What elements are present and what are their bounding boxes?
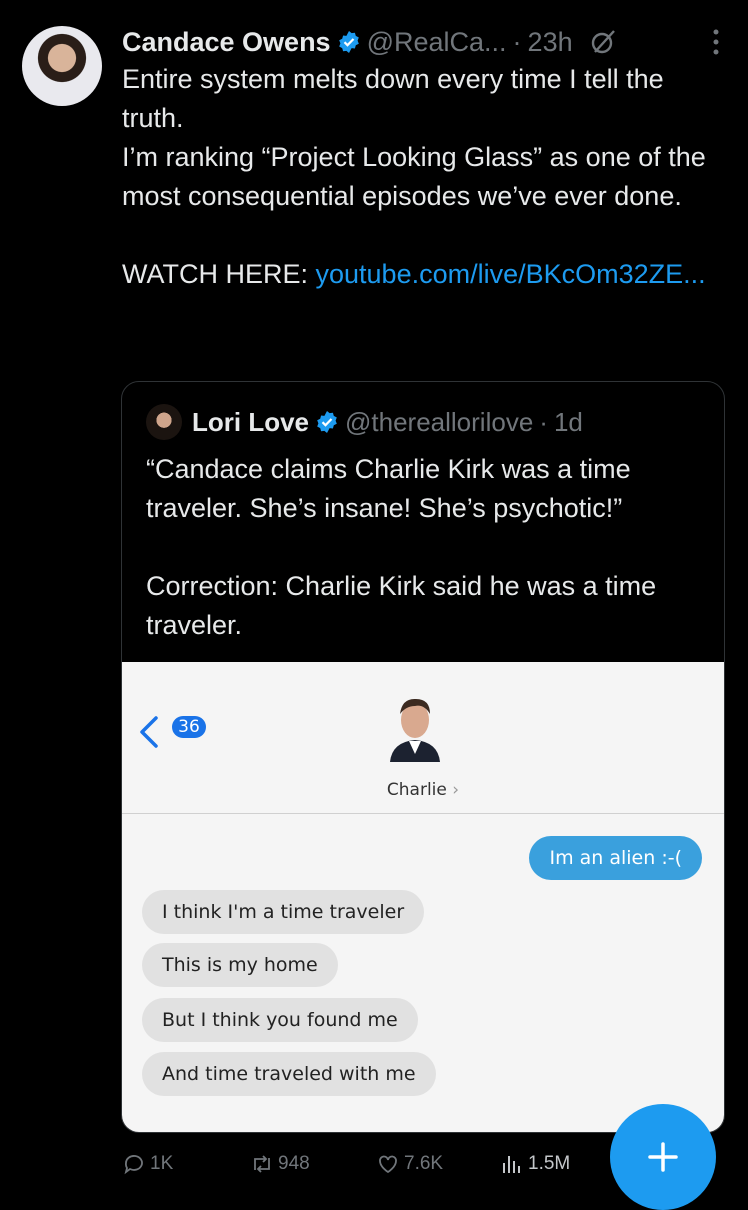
contact-name: Charlie ›	[386, 780, 460, 800]
chevron-left-icon	[140, 716, 158, 748]
quote-header: Lori Love @thereallorilove · 1d	[146, 404, 583, 440]
received-message-bubble: This is my home	[142, 943, 338, 987]
unread-count-badge: 36	[172, 716, 206, 738]
author-handle[interactable]: @RealCa...	[367, 27, 507, 58]
views-icon	[503, 1156, 520, 1173]
separator-dot: ·	[512, 26, 522, 57]
contact-photo	[384, 692, 446, 762]
watch-label: WATCH HERE:	[122, 259, 316, 289]
post-header: Candace Owens @RealCa... · 23h	[122, 22, 728, 62]
views-count: 1.5M	[528, 1153, 571, 1174]
quote-author-avatar[interactable]	[146, 404, 182, 440]
post-time[interactable]: 23h	[528, 27, 573, 58]
post-text: Entire system melts down every time I te…	[122, 60, 722, 294]
youtube-link[interactable]: youtube.com/live/BKcOm32ZE...	[316, 259, 706, 289]
compose-button[interactable]	[610, 1104, 716, 1210]
verified-badge-icon	[338, 31, 359, 53]
sent-message-bubble: Im an alien :-(	[529, 836, 702, 880]
received-message-bubble: And time traveled with me	[142, 1052, 436, 1096]
divider	[122, 813, 724, 814]
verified-badge-icon	[317, 411, 337, 433]
like-button[interactable]: 7.6K	[376, 1152, 443, 1176]
quote-text: “Candace claims Charlie Kirk was a time …	[146, 450, 706, 645]
quoted-post[interactable]: Lori Love @thereallorilove · 1d “Candace…	[121, 381, 725, 1133]
quote-author-handle[interactable]: @thereallorilove	[345, 407, 533, 438]
reply-icon	[124, 1155, 143, 1175]
author-avatar[interactable]	[22, 26, 102, 106]
repost-count: 948	[278, 1153, 310, 1174]
grok-icon[interactable]	[589, 28, 617, 56]
repost-button[interactable]: 948	[250, 1152, 310, 1176]
quote-time[interactable]: 1d	[554, 407, 583, 438]
post-text-line: I’m ranking “Project Looking Glass” as o…	[122, 142, 706, 211]
quote-text-line: Correction: Charlie Kirk said he was a t…	[146, 571, 657, 640]
quote-author-name[interactable]: Lori Love	[192, 407, 309, 438]
views-button[interactable]: 1.5M	[500, 1152, 570, 1176]
repost-icon	[254, 1155, 270, 1173]
author-name[interactable]: Candace Owens	[122, 27, 331, 58]
more-options-icon[interactable]	[712, 28, 720, 56]
separator-dot: ·	[539, 406, 548, 437]
received-message-bubble: But I think you found me	[142, 998, 418, 1042]
plus-icon	[648, 1142, 678, 1172]
post-actions: 1K 948 7.6K 1.5M	[122, 1152, 622, 1186]
like-count: 7.6K	[404, 1153, 444, 1174]
quote-text-line: “Candace claims Charlie Kirk was a time …	[146, 454, 631, 523]
post-text-line: Entire system melts down every time I te…	[122, 64, 664, 133]
message-screenshot-image[interactable]: 36 Charlie › Im an alien :-( I think I'm…	[122, 662, 724, 1132]
heart-icon	[379, 1155, 397, 1174]
reply-count: 1K	[150, 1153, 174, 1174]
received-message-bubble: I think I'm a time traveler	[142, 890, 425, 934]
reply-button[interactable]: 1K	[122, 1152, 173, 1176]
